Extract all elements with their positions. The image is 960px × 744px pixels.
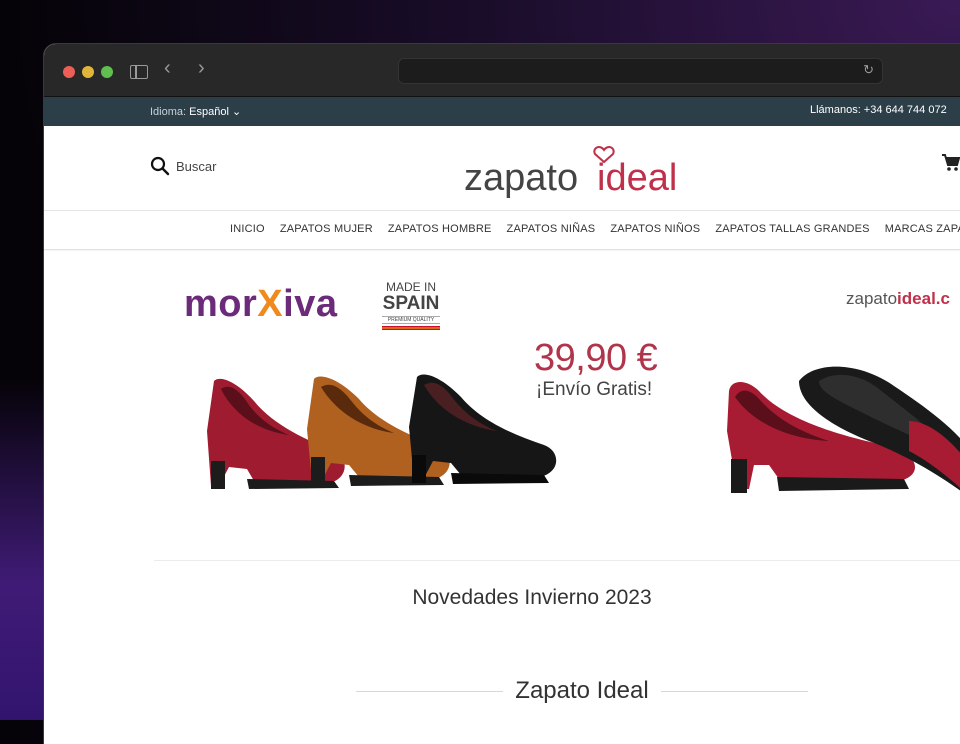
maximize-window-button[interactable] <box>101 66 113 78</box>
nav-item-zapatos-mujer[interactable]: ZAPATOS MUJER <box>280 223 373 235</box>
back-arrow-icon[interactable]: ‹ <box>164 58 171 78</box>
forward-arrow-icon[interactable]: › <box>198 58 205 78</box>
store-title: Zapato Ideal <box>356 676 808 706</box>
banner-logo: zapatoideal.c <box>846 289 950 308</box>
logo-text-zapato: zapato <box>464 157 578 198</box>
morxiva-logo: morXiva <box>184 283 338 325</box>
info-bar: Idioma: Español ⌄ Llámanos: +34 644 744 … <box>44 97 960 126</box>
spain-flag-stripe <box>382 326 440 330</box>
nav-item-zapatos-ninos[interactable]: ZAPATOS NIÑOS <box>610 223 700 235</box>
made-in-spain-badge: MADE IN SPAIN PREMIUM QUALITY <box>382 281 440 330</box>
search-button[interactable]: Buscar <box>150 156 216 176</box>
browser-window: ‹ › ↻ Idioma: Español ⌄ Llámanos: +34 64… <box>44 44 960 744</box>
close-window-button[interactable] <box>63 66 75 78</box>
section-divider <box>154 560 960 561</box>
main-navigation: INICIO ZAPATOS MUJER ZAPATOS HOMBRE ZAPA… <box>44 211 960 250</box>
sidebar-toggle-icon[interactable] <box>130 65 148 79</box>
phone-contact[interactable]: Llámanos: +34 644 744 072 <box>810 104 947 116</box>
search-icon <box>150 156 170 176</box>
minimize-window-button[interactable] <box>82 66 94 78</box>
novedades-heading: Novedades Invierno 2023 <box>412 586 652 609</box>
shoes-product-image <box>207 374 557 489</box>
language-selector[interactable]: Idioma: Español ⌄ <box>150 105 241 118</box>
search-label: Buscar <box>176 158 217 174</box>
reload-icon[interactable]: ↻ <box>863 62 874 78</box>
site-header: Buscar zapato ideal <box>44 126 960 211</box>
nav-item-marcas-zapatos[interactable]: MARCAS ZAPATOS <box>885 223 960 235</box>
title-line-left <box>356 690 504 692</box>
promo-banner[interactable]: morXiva MADE IN SPAIN PREMIUM QUALITY 39… <box>44 251 960 551</box>
store-title-text: Zapato Ideal <box>515 677 649 704</box>
address-bar[interactable]: ↻ <box>398 58 883 84</box>
cart-icon[interactable] <box>941 153 960 173</box>
shoe-detail-image <box>727 366 960 493</box>
nav-item-zapatos-tallas-grandes[interactable]: ZAPATOS TALLAS GRANDES <box>715 223 869 235</box>
language-value: Español <box>189 106 229 118</box>
chevron-down-icon: ⌄ <box>231 106 242 118</box>
nav-item-zapatos-ninas[interactable]: ZAPATOS NIÑAS <box>507 223 596 235</box>
title-line-right <box>660 690 808 692</box>
browser-toolbar: ‹ › ↻ <box>44 44 960 97</box>
nav-item-inicio[interactable]: INICIO <box>230 223 265 235</box>
language-label: Idioma: <box>150 106 187 118</box>
site-logo[interactable]: zapato ideal <box>464 142 704 198</box>
nav-item-zapatos-hombre[interactable]: ZAPATOS HOMBRE <box>388 223 492 235</box>
logo-text-ideal: ideal <box>597 157 677 198</box>
